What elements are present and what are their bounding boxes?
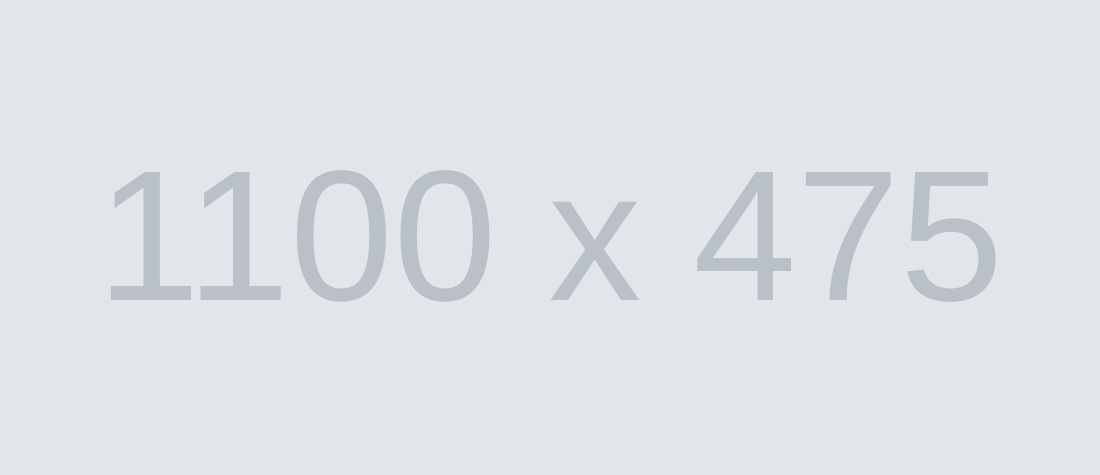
- placeholder-image: 1100 x 475: [0, 0, 1100, 475]
- placeholder-dimensions-label: 1100 x 475: [96, 132, 1004, 340]
